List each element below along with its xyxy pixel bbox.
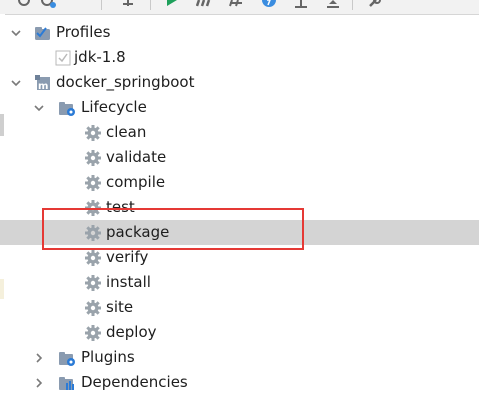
profiles-label: Profiles <box>56 23 111 41</box>
gear-icon <box>84 124 102 142</box>
tree-node-dependencies[interactable]: Dependencies <box>0 370 479 395</box>
execute-goal-icon[interactable] <box>196 0 214 10</box>
show-dependencies-icon[interactable] <box>292 0 310 10</box>
phase-label: clean <box>106 123 147 141</box>
phase-label: install <box>106 273 151 291</box>
phase-label: deploy <box>106 323 157 341</box>
maven-toolbar <box>0 0 479 15</box>
lifecycle-phase-item[interactable]: validate <box>0 145 479 170</box>
svg-text:m: m <box>38 81 48 92</box>
chevron-down-icon[interactable] <box>33 102 45 114</box>
gear-icon <box>84 324 102 342</box>
lifecycle-phase-item-selected[interactable]: package <box>0 220 479 245</box>
gear-icon <box>84 249 102 267</box>
dependencies-label: Dependencies <box>81 373 188 391</box>
profile-label: jdk-1.8 <box>74 48 126 66</box>
toggle-offline-icon[interactable] <box>228 0 246 10</box>
lifecycle-label: Lifecycle <box>81 98 147 116</box>
collapse-all-icon[interactable] <box>324 0 342 10</box>
phase-label: package <box>106 223 170 241</box>
phase-label: site <box>106 298 134 316</box>
gear-icon <box>84 274 102 292</box>
gear-icon <box>84 199 102 217</box>
profiles-icon <box>34 24 52 42</box>
lifecycle-phase-item[interactable]: deploy <box>0 320 479 345</box>
skip-tests-icon[interactable] <box>260 0 278 10</box>
run-icon[interactable] <box>164 0 180 10</box>
lifecycle-phase-item[interactable]: test <box>0 195 479 220</box>
gear-icon <box>84 149 102 167</box>
tree-node-project[interactable]: m docker_springboot <box>0 70 479 95</box>
lifecycle-folder-icon <box>58 99 76 117</box>
lifecycle-phase-item[interactable]: verify <box>0 245 479 270</box>
phase-label: verify <box>106 248 149 266</box>
plugins-label: Plugins <box>81 348 135 366</box>
lifecycle-phase-item[interactable]: clean <box>0 120 479 145</box>
maven-project-icon: m <box>34 74 52 92</box>
plugins-folder-icon <box>58 349 76 367</box>
lifecycle-phase-item[interactable]: site <box>0 295 479 320</box>
project-label: docker_springboot <box>56 73 195 91</box>
gear-icon <box>84 224 102 242</box>
tree-node-profiles[interactable]: Profiles <box>0 20 479 45</box>
chevron-down-icon[interactable] <box>10 27 22 39</box>
lifecycle-phase-item[interactable]: install <box>0 270 479 295</box>
phase-label: compile <box>106 173 166 191</box>
tree-node-lifecycle[interactable]: Lifecycle <box>0 95 479 120</box>
tree-node-plugins[interactable]: Plugins <box>0 345 479 370</box>
tree-node-profile-jdk[interactable]: jdk-1.8 <box>0 45 479 70</box>
refresh-icon[interactable] <box>16 0 32 10</box>
phase-label: validate <box>106 148 167 166</box>
gear-icon <box>84 299 102 317</box>
phase-label: test <box>106 198 135 216</box>
add-icon[interactable] <box>120 0 136 10</box>
gear-icon <box>84 174 102 192</box>
settings-wrench-icon[interactable] <box>366 0 384 10</box>
chevron-right-icon[interactable] <box>33 352 45 364</box>
dependencies-folder-icon <box>58 374 76 392</box>
chevron-down-icon[interactable] <box>10 77 22 89</box>
checkbox-icon[interactable] <box>54 49 72 67</box>
reimport-icon[interactable] <box>40 0 58 10</box>
chevron-right-icon[interactable] <box>33 377 45 389</box>
lifecycle-phase-item[interactable]: compile <box>0 170 479 195</box>
